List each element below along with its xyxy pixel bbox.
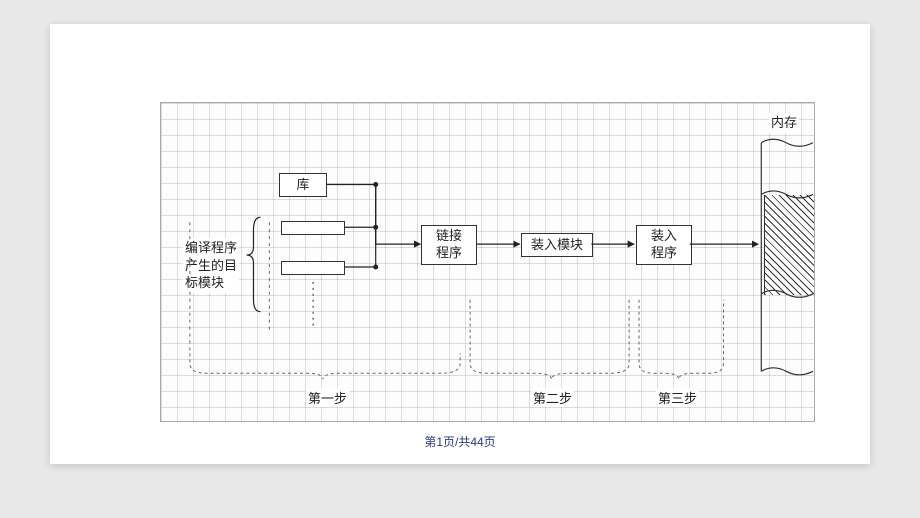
compiled-modules-label: 编译程序 产生的目 标模块 xyxy=(183,238,239,293)
page-number: 第1页/共44页 xyxy=(50,433,870,450)
loader-box: 装入 程序 xyxy=(636,225,692,265)
load-module-box: 装入模块 xyxy=(521,233,593,257)
library-box: 库 xyxy=(279,173,327,197)
module-box-1 xyxy=(281,221,345,235)
step-two-label: 第二步 xyxy=(531,388,574,407)
step-three-label: 第三步 xyxy=(656,388,699,407)
linker-box: 链接 程序 xyxy=(421,225,477,265)
memory-region xyxy=(764,195,815,295)
slide-page: 库 编译程序 产生的目 标模块 链接 程序 装入模块 装入 程序 内存 第一步 … xyxy=(50,24,870,464)
step-one-label: 第一步 xyxy=(306,388,349,407)
library-label: 库 xyxy=(296,177,309,194)
diagram-connectors xyxy=(161,103,814,421)
memory-label: 内存 xyxy=(769,113,799,133)
diagram-frame: 库 编译程序 产生的目 标模块 链接 程序 装入模块 装入 程序 内存 第一步 … xyxy=(160,102,815,422)
module-box-2 xyxy=(281,261,345,275)
